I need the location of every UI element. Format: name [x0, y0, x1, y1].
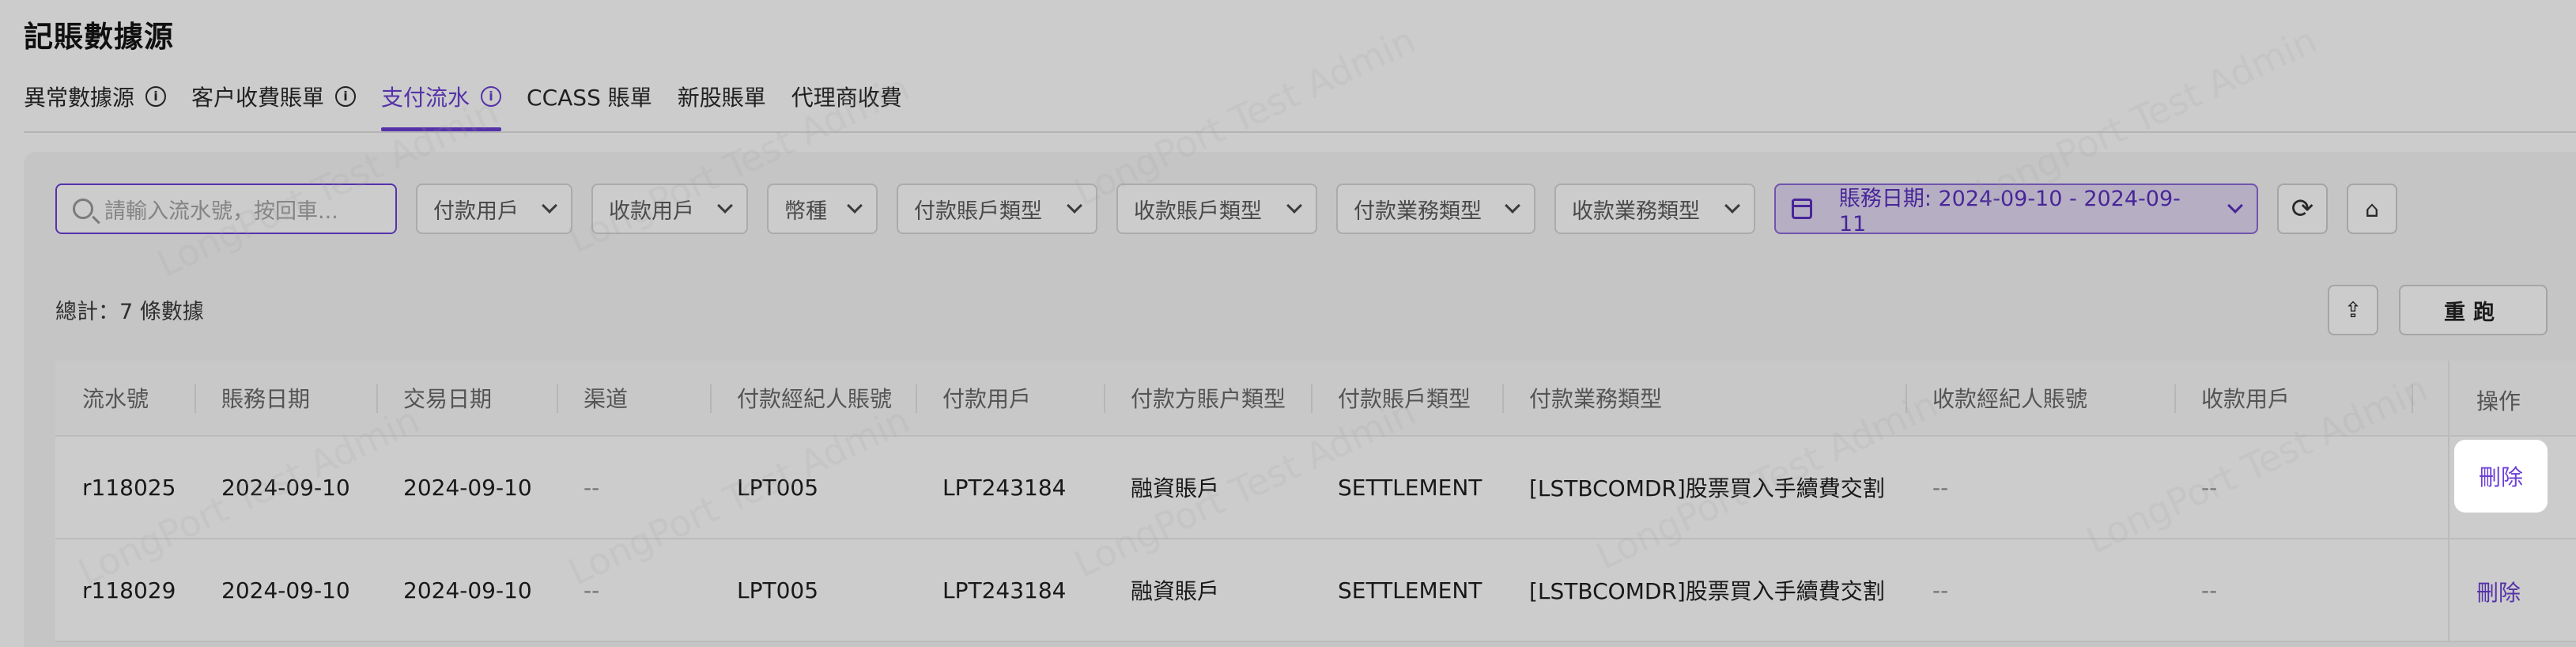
chevron-down-icon — [1286, 198, 1302, 214]
content-panel: 請輸入流水號，按回車... 付款用戶 收款用戶 幣種 付款賬戶類型 收款賬戶類型… — [24, 152, 2576, 647]
column-header: 流水號 — [82, 386, 149, 412]
payee-business-type-select[interactable]: 收款業務類型 — [1554, 184, 1755, 234]
info-icon[interactable]: i — [335, 86, 357, 107]
refresh-icon: ⟳ — [2291, 193, 2314, 225]
table-row: r118029 2024-09-10 2024-09-10 -- LPT005 … — [55, 539, 2576, 642]
chevron-down-icon — [1067, 198, 1082, 214]
total-count: 總計：7 條數據 — [55, 300, 204, 324]
payer-business-type-select[interactable]: 付款業務類型 — [1336, 184, 1535, 234]
chevron-down-icon — [717, 198, 733, 214]
page-title: 記賬數據源 — [24, 20, 174, 54]
export-button[interactable]: ⇪ — [2328, 285, 2378, 335]
payee-account-type-select[interactable]: 收款賬戶類型 — [1116, 184, 1317, 234]
chevron-down-icon — [847, 198, 863, 214]
chevron-down-icon — [542, 198, 557, 214]
chevron-down-icon — [1505, 198, 1520, 214]
column-header: 賬務日期 — [221, 386, 311, 412]
table-header-row: 流水號 賬務日期 交易日期 渠道 付款經紀人賬號 付款用戶 付款方賬户類型 付款… — [55, 361, 2576, 437]
delete-link[interactable]: 刪除 — [2476, 576, 2521, 607]
payee-user-select[interactable]: 收款用戶 — [591, 184, 748, 234]
column-header: 付款業務類型 — [1529, 386, 1663, 412]
currency-select[interactable]: 幣種 — [767, 184, 878, 234]
payer-user-select[interactable]: 付款用戶 — [416, 184, 572, 234]
accounting-date-range-picker[interactable]: 賬務日期: 2024-09-10 - 2024-09-11 — [1774, 184, 2258, 236]
tab-bar: 異常數據源 i 客户收費賬單 i 支付流水 i CCASS 賬單 新股賬單 代理… — [24, 76, 2576, 133]
column-header: 付款用戶 — [942, 386, 1032, 412]
payment-flow-table: 流水號 賬務日期 交易日期 渠道 付款經紀人賬號 付款用戶 付款方賬户類型 付款… — [55, 361, 2576, 642]
column-header: 付款經紀人賬號 — [737, 386, 893, 412]
broom-icon: ⌂ — [2365, 195, 2379, 222]
column-header: 交易日期 — [403, 386, 493, 412]
clear-filters-button[interactable]: ⌂ — [2347, 184, 2397, 234]
tab-payment-flow[interactable]: 支付流水 i — [381, 76, 502, 131]
tab-ipo-bill[interactable]: 新股賬單 — [678, 76, 766, 117]
column-header: 付款賬戶類型 — [1338, 386, 1471, 412]
chevron-down-icon — [1724, 198, 1740, 214]
column-header: 收款用戶 — [2201, 386, 2291, 412]
column-header: 操作 — [2476, 388, 2521, 414]
filter-bar: 請輸入流水號，按回車... 付款用戶 收款用戶 幣種 付款賬戶類型 收款賬戶類型… — [55, 184, 2397, 236]
table-actions: ⇪ 重跑 — [2328, 285, 2548, 335]
search-input[interactable]: 請輸入流水號，按回車... — [55, 184, 397, 234]
tab-abnormal-data-source[interactable]: 異常數據源 i — [24, 76, 167, 117]
tab-agent-fee[interactable]: 代理商收費 — [791, 76, 902, 117]
column-header: 付款方賬户類型 — [1131, 386, 1286, 412]
tab-ccass-bill[interactable]: CCASS 賬單 — [527, 76, 652, 117]
info-icon[interactable]: i — [481, 86, 502, 107]
export-icon: ⇪ — [2344, 297, 2363, 323]
tab-client-fee-bill[interactable]: 客户收費賬單 i — [191, 76, 357, 117]
rerun-button[interactable]: 重跑 — [2399, 285, 2548, 335]
calendar-icon — [1792, 199, 1812, 219]
refresh-button[interactable]: ⟳ — [2277, 184, 2328, 234]
action-column-header: 操作 — [2448, 361, 2576, 435]
delete-link-highlighted[interactable]: 刪除 — [2454, 440, 2548, 513]
chevron-down-icon — [2227, 198, 2243, 214]
table-row: r118025 2024-09-10 2024-09-10 -- LPT005 … — [55, 437, 2576, 539]
column-header: 收款經紀人賬號 — [1932, 386, 2088, 412]
column-header: 渠道 — [584, 386, 629, 412]
row-actions: 刪除 — [2448, 539, 2576, 641]
payer-account-type-select[interactable]: 付款賬戶類型 — [897, 184, 1097, 234]
search-icon — [73, 199, 93, 219]
info-icon[interactable]: i — [145, 86, 167, 107]
